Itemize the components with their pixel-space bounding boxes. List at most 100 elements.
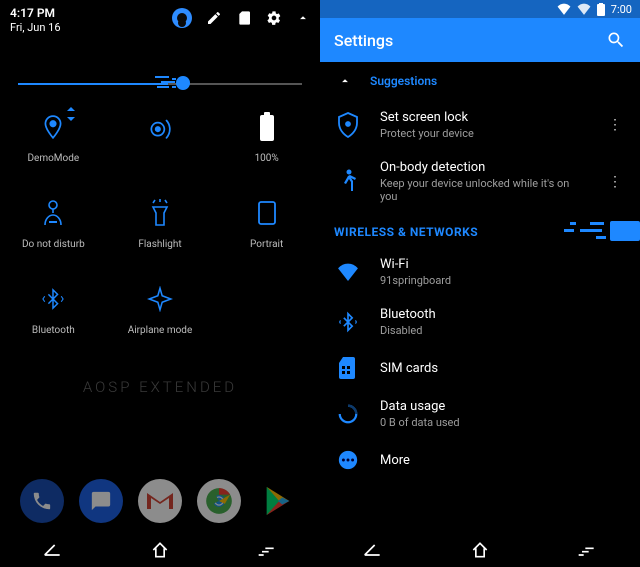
app-bar: Settings — [320, 18, 640, 62]
row-texts: Data usage 0 B of data used — [380, 399, 626, 429]
collapse-caret-icon[interactable] — [296, 11, 310, 25]
settings-item-more[interactable]: More — [320, 439, 640, 481]
more-icon — [334, 449, 362, 471]
row-primary: On-body detection — [380, 160, 586, 175]
overflow-icon[interactable]: ⋮ — [604, 117, 626, 133]
suggestions-header[interactable]: Suggestions — [320, 62, 640, 100]
overflow-icon[interactable]: ⋮ — [604, 174, 626, 190]
home-dock — [0, 479, 320, 523]
chrome-app-icon[interactable] — [197, 479, 241, 523]
phone-app-icon[interactable] — [20, 479, 64, 523]
recents-button[interactable] — [577, 542, 597, 558]
status-bar: 4:17 PM Fri, Jun 16 — [0, 0, 320, 35]
row-secondary: Disabled — [380, 324, 626, 337]
suggestion-screen-lock[interactable]: Set screen lock Protect your device ⋮ — [320, 100, 640, 150]
settings-item-sim[interactable]: SIM cards — [320, 347, 640, 389]
user-avatar-icon[interactable] — [172, 8, 192, 28]
row-primary: Data usage — [380, 399, 626, 414]
bluetooth-icon — [334, 310, 362, 334]
battery-status-icon — [597, 3, 605, 16]
qs-tile-label: Flashlight — [138, 239, 181, 250]
quick-settings-grid: DemoMode 100% Do not disturb Flashlight — [0, 111, 320, 369]
row-secondary: Protect your device — [380, 127, 586, 140]
back-button[interactable] — [363, 542, 383, 558]
clock-block: 4:17 PM Fri, Jun 16 — [10, 6, 61, 35]
home-button[interactable] — [150, 540, 170, 560]
slider-fill — [18, 83, 168, 85]
chevron-up-icon — [338, 74, 352, 88]
dnd-icon — [41, 197, 65, 229]
row-texts: Wi-Fi 91springboard — [380, 257, 626, 287]
qs-tile-label: Portrait — [250, 239, 283, 250]
qs-tile-label: 100% — [255, 153, 279, 164]
bluetooth-icon — [42, 283, 64, 315]
qs-tile-dnd[interactable]: Do not disturb — [0, 197, 107, 283]
nav-bar — [320, 533, 640, 567]
clock-time: 4:17 PM — [10, 6, 61, 21]
settings-item-data-usage[interactable]: Data usage 0 B of data used — [320, 389, 640, 439]
sort-icon — [66, 107, 76, 121]
settings-item-wifi[interactable]: Wi-Fi 91springboard — [320, 247, 640, 297]
row-secondary: Keep your device unlocked while it's on … — [380, 177, 586, 203]
qs-tile-portrait[interactable]: Portrait — [213, 197, 320, 283]
header-icons — [172, 6, 310, 28]
row-texts: SIM cards — [380, 361, 626, 376]
qs-tile-demomode[interactable]: DemoMode — [0, 111, 107, 197]
network-status-icon — [577, 3, 591, 15]
settings-screen: 7:00 Settings Suggestions Set screen loc… — [320, 0, 640, 567]
quick-settings-panel: 4:17 PM Fri, Jun 16 — [0, 0, 320, 567]
airplane-icon — [147, 283, 173, 315]
edit-icon[interactable] — [206, 10, 222, 26]
play-store-app-icon[interactable] — [256, 479, 300, 523]
sim-icon[interactable] — [236, 10, 252, 26]
wifi-icon — [334, 263, 362, 281]
row-secondary: 91springboard — [380, 274, 626, 287]
battery-icon — [258, 111, 276, 143]
page-title: Settings — [334, 31, 393, 50]
qs-tile-bluetooth[interactable]: Bluetooth — [0, 283, 107, 369]
suggestion-onbody[interactable]: On-body detection Keep your device unloc… — [320, 150, 640, 213]
row-texts: Set screen lock Protect your device — [380, 110, 586, 140]
clock-date: Fri, Jun 16 — [10, 21, 61, 35]
back-button[interactable] — [43, 542, 63, 558]
qs-tile-flashlight[interactable]: Flashlight — [107, 197, 214, 283]
settings-item-bluetooth[interactable]: Bluetooth Disabled — [320, 297, 640, 347]
wifi-status-icon — [557, 3, 571, 15]
signal-icon — [147, 111, 173, 143]
flashlight-icon — [149, 197, 171, 229]
qs-tile-signal[interactable] — [107, 111, 214, 197]
row-primary: Wi-Fi — [380, 257, 626, 272]
gear-icon[interactable] — [266, 10, 282, 26]
qs-tile-label: Bluetooth — [32, 325, 75, 336]
slider-thumb-comet-icon — [155, 68, 195, 98]
qs-tile-label: DemoMode — [27, 153, 79, 164]
location-pin-icon — [40, 111, 66, 143]
portrait-lock-icon — [256, 197, 278, 229]
section-wireless-header: WIRELESS & NETWORKS — [320, 213, 640, 247]
sim-card-icon — [334, 357, 362, 379]
qs-tile-airplane[interactable]: Airplane mode — [107, 283, 214, 369]
row-secondary: 0 B of data used — [380, 416, 626, 429]
status-bar: 7:00 — [320, 0, 640, 18]
recents-button[interactable] — [257, 542, 277, 558]
messages-app-icon[interactable] — [79, 479, 123, 523]
search-icon[interactable] — [606, 30, 626, 50]
row-texts: Bluetooth Disabled — [380, 307, 626, 337]
suggestions-label: Suggestions — [370, 74, 437, 88]
wallpaper-text: AOSP EXTENDED — [0, 378, 320, 396]
row-primary: Set screen lock — [380, 110, 586, 125]
gmail-app-icon[interactable] — [138, 479, 182, 523]
home-button[interactable] — [470, 540, 490, 560]
status-clock: 7:00 — [611, 3, 632, 16]
row-primary: SIM cards — [380, 361, 626, 376]
qs-tile-label: Do not disturb — [22, 239, 85, 250]
brightness-slider[interactable] — [0, 65, 320, 105]
row-texts: More — [380, 453, 626, 468]
row-primary: More — [380, 453, 626, 468]
shield-icon — [334, 112, 362, 138]
data-usage-icon — [334, 403, 362, 425]
row-primary: Bluetooth — [380, 307, 626, 322]
streak-decor-icon — [550, 219, 640, 243]
qs-tile-battery[interactable]: 100% — [213, 111, 320, 197]
qs-tile-label: Airplane mode — [128, 325, 193, 336]
